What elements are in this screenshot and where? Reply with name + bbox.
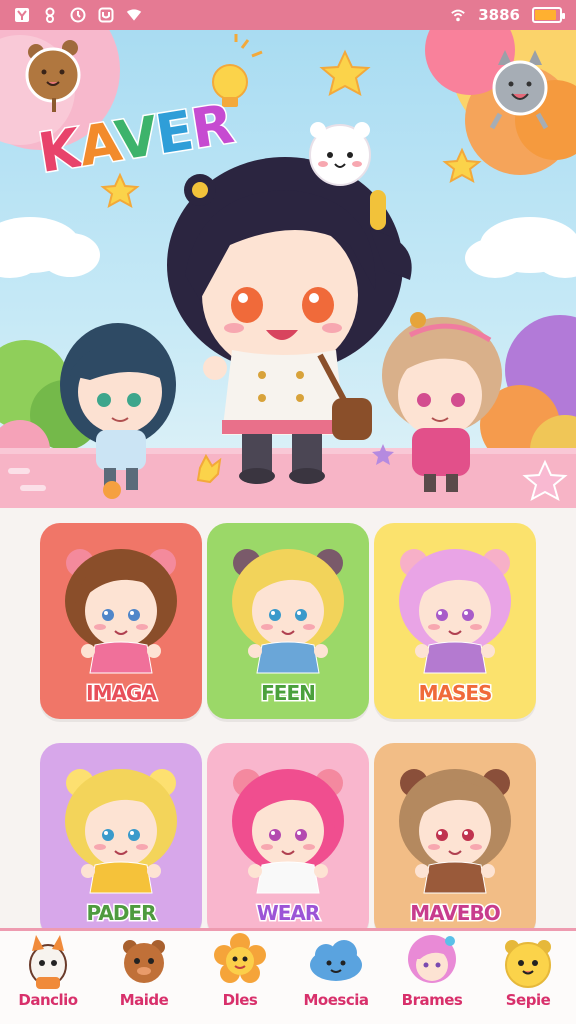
nav-item-label: Moescia — [303, 991, 370, 1009]
category-card[interactable]: PADER — [40, 743, 202, 939]
category-card[interactable]: MASES — [374, 523, 536, 719]
ground — [0, 450, 576, 508]
category-card-label: FEEN — [260, 680, 318, 707]
category-card[interactable]: WEAR — [207, 743, 369, 939]
flower-icon — [214, 933, 266, 983]
nav-item-label: Maide — [119, 991, 169, 1009]
cloud-icon — [465, 217, 576, 278]
category-card[interactable]: IMAGA — [40, 523, 202, 719]
chick-icon — [505, 940, 551, 988]
star-icon — [319, 49, 371, 96]
hero-banner: KAVER — [0, 30, 576, 508]
status-left-icons — [14, 7, 142, 23]
alarm-icon — [70, 7, 86, 23]
category-card-label: IMAGA — [85, 680, 159, 707]
nav-item[interactable]: Moescia — [288, 931, 384, 1024]
bear-icon — [123, 940, 165, 983]
star-icon — [100, 172, 140, 208]
cloud-icon — [0, 217, 100, 278]
bell-icon — [42, 7, 58, 23]
status-bar: 3886 — [0, 0, 576, 30]
app-icon — [98, 7, 114, 23]
category-card[interactable]: MAVEBO — [374, 743, 536, 939]
bottom-nav: Danclio Maide Dles Moescia Brames Sepie — [0, 928, 576, 1024]
status-time: 3886 — [478, 6, 520, 24]
nav-item[interactable]: Danclio — [0, 931, 96, 1024]
category-card-label: WEAR — [255, 900, 322, 927]
category-card-label: MASES — [417, 680, 494, 707]
nav-item[interactable]: Dles — [192, 931, 288, 1024]
star-icon — [442, 147, 482, 183]
battery-icon — [532, 7, 565, 23]
wifi-icon — [126, 7, 142, 23]
nav-item-label: Brames — [401, 991, 463, 1009]
battery-level-fill — [535, 10, 556, 20]
wifi-signal-icon — [450, 7, 466, 23]
nav-item[interactable]: Sepie — [480, 931, 576, 1024]
status-right-icons: 3886 — [450, 6, 565, 24]
nav-item[interactable]: Brames — [384, 931, 480, 1024]
nav-item-label: Sepie — [505, 991, 551, 1009]
nav-item-label: Danclio — [18, 991, 78, 1009]
cloud-face-icon — [310, 940, 362, 981]
notification-y-icon — [14, 7, 30, 23]
category-grid: IMAGA FEEN MASES PADER WEAR MAVEBO — [40, 523, 536, 939]
fox-icon — [29, 935, 67, 989]
category-card[interactable]: FEEN — [207, 523, 369, 719]
nav-item-label: Dles — [222, 991, 258, 1009]
category-card-label: PADER — [85, 900, 158, 927]
girl-avatar-icon — [408, 935, 456, 983]
hero-illustration — [0, 30, 576, 508]
nav-item[interactable]: Maide — [96, 931, 192, 1024]
category-card-label: MAVEBO — [409, 900, 502, 927]
